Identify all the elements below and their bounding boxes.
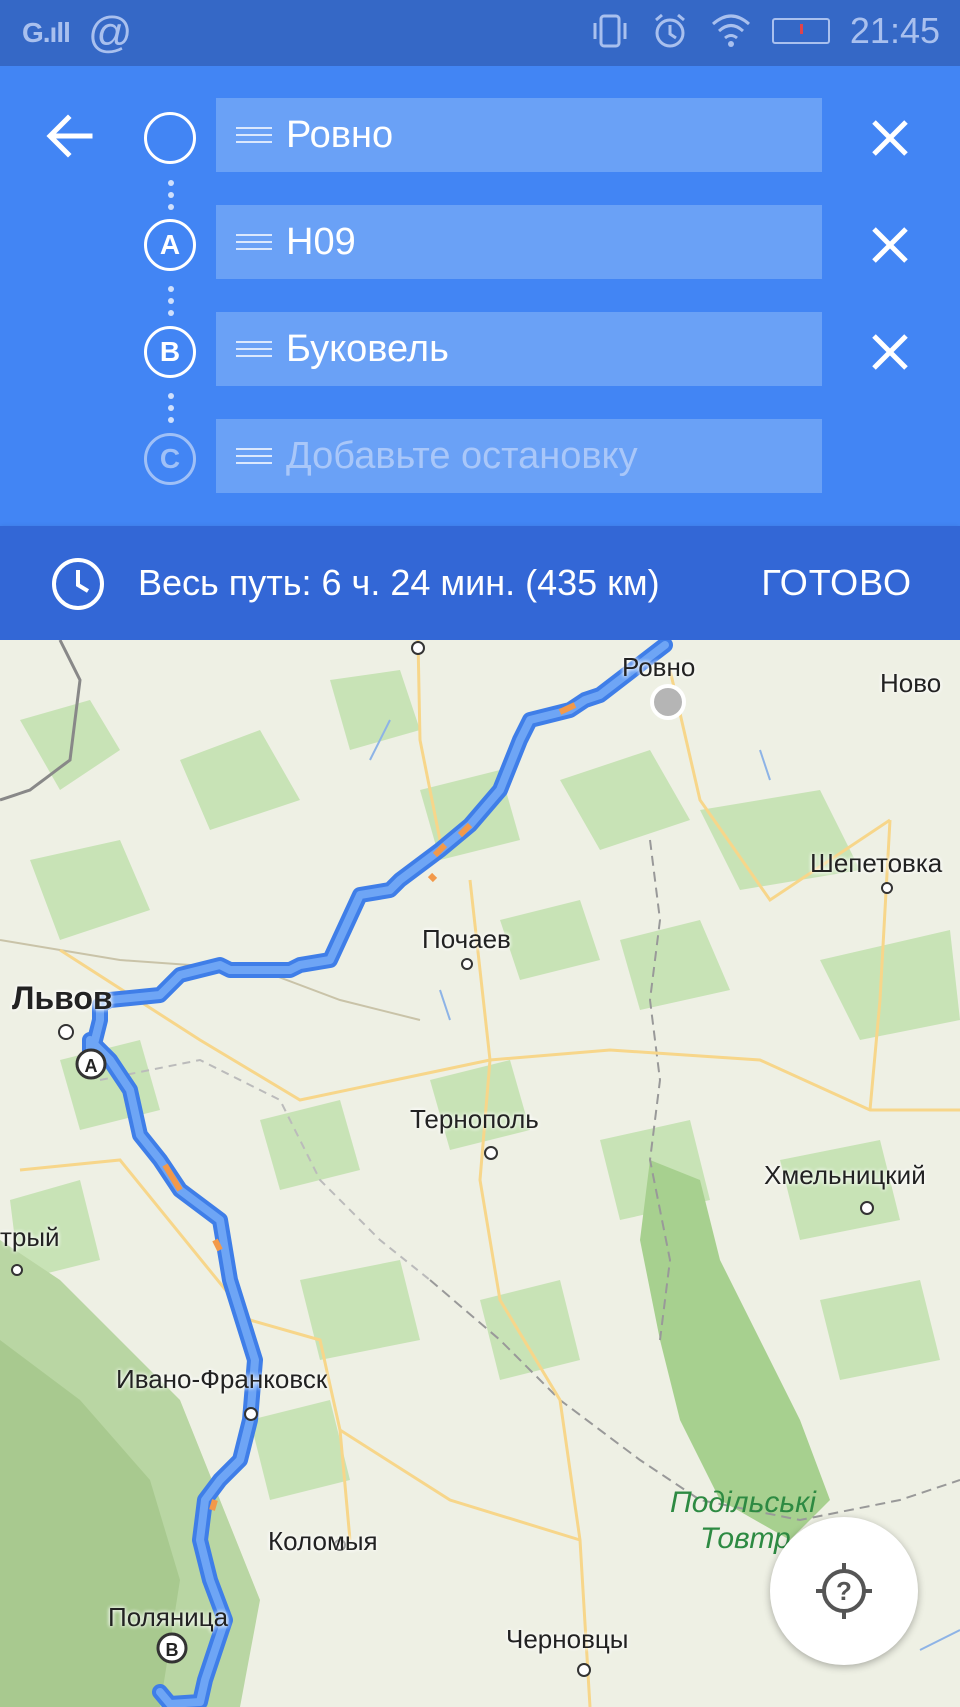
map-marker-b[interactable]: B (166, 1640, 179, 1660)
locate-icon: ? (816, 1563, 872, 1619)
battery-icon (771, 18, 830, 44)
stop-a-marker-icon: A (144, 219, 196, 271)
route-stop-b: B Буковель (0, 312, 960, 388)
drag-handle-icon[interactable] (236, 339, 272, 359)
city-label: Поляница (108, 1602, 229, 1632)
city-label: Тернополь (410, 1104, 539, 1134)
origin-input[interactable]: Ровно (216, 98, 822, 172)
route-total-text: Весь путь: 6 ч. 24 мин. (435 км) (138, 562, 660, 603)
city-label: Шепетовка (810, 848, 943, 878)
stop-b-marker-icon: B (144, 326, 196, 378)
route-stop-origin: Ровно (0, 98, 960, 174)
origin-marker-icon (144, 112, 196, 164)
route-stop-add: C Добавьте остановку (0, 419, 960, 495)
city-label: Ново (880, 668, 942, 698)
close-icon[interactable] (866, 114, 914, 162)
city-label: Коломыя (268, 1526, 378, 1556)
clock-time: 21:45 (849, 10, 940, 51)
clock-icon (52, 558, 104, 610)
map-marker-a[interactable]: A (85, 1056, 98, 1076)
signal-icon: G.ıll (22, 17, 71, 48)
city-label: Ивано-Франковск (116, 1364, 328, 1394)
vibrate-icon (593, 14, 627, 48)
my-location-button[interactable]: ? (770, 1517, 918, 1665)
stop-b-value: Буковель (286, 327, 449, 370)
status-bar: G.ıll @ 21:45 (0, 0, 960, 66)
stop-a-input[interactable]: Н09 (216, 205, 822, 279)
city-label: Хмельницкий (764, 1160, 926, 1190)
region-label: Подільські (670, 1486, 816, 1519)
origin-map-pin[interactable] (650, 684, 686, 720)
city-label: Черновцы (506, 1624, 629, 1654)
route-panel: Ровно A Н09 B Буковель C Добавьте остано… (0, 66, 960, 526)
add-stop-input[interactable]: Добавьте остановку (216, 419, 822, 493)
add-stop-placeholder: Добавьте остановку (286, 434, 638, 477)
drag-handle-icon[interactable] (236, 125, 272, 145)
city-label: Ровно (622, 652, 696, 682)
wifi-icon (711, 14, 750, 47)
stop-b-input[interactable]: Буковель (216, 312, 822, 386)
at-icon: @ (87, 8, 133, 57)
route-stop-a: A Н09 (0, 205, 960, 281)
drag-handle-icon[interactable] (236, 446, 272, 466)
done-button[interactable]: ГОТОВО (761, 562, 912, 604)
stop-a-value: Н09 (286, 220, 356, 263)
stop-c-marker-icon: C (144, 433, 196, 485)
city-label: Почаев (422, 924, 511, 954)
svg-text:?: ? (836, 1576, 852, 1606)
close-icon[interactable] (866, 221, 914, 269)
origin-value: Ровно (286, 113, 394, 156)
region-label: Товтр (700, 1522, 791, 1555)
route-summary-bar: Весь путь: 6 ч. 24 мин. (435 км) ГОТОВО (0, 526, 960, 640)
close-icon[interactable] (866, 328, 914, 376)
drag-handle-icon[interactable] (236, 232, 272, 252)
city-label: трый (0, 1222, 60, 1252)
alarm-icon (654, 13, 685, 48)
city-label: Львов (12, 980, 113, 1016)
